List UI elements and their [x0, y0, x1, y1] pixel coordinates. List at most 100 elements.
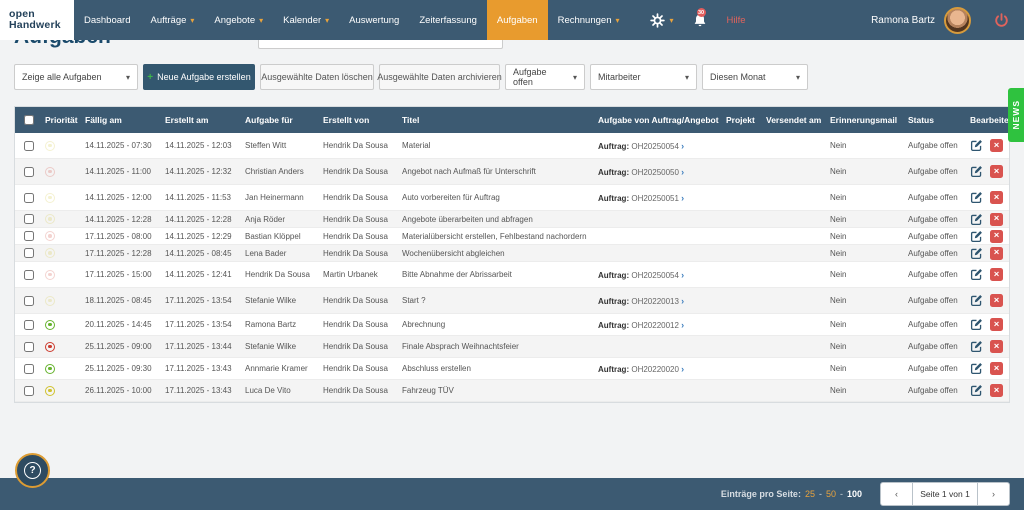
nav-item-auftraege[interactable]: Aufträge▾ [140, 0, 204, 40]
next-page-button[interactable]: › [977, 482, 1010, 506]
delete-icon[interactable]: × [990, 191, 1003, 204]
order-link[interactable]: Auftrag: OH20250054 › [598, 271, 684, 280]
help-link[interactable]: Hilfe [717, 15, 756, 26]
status-filter-select[interactable]: Aufgabe offen▾ [505, 64, 585, 90]
edit-icon[interactable] [970, 294, 983, 307]
view-filter-select[interactable]: Zeige alle Aufgaben▾ [14, 64, 138, 90]
creator: Hendrik Da Sousa [323, 364, 402, 373]
assignee: Lena Bader [245, 249, 323, 258]
employee-filter-select[interactable]: Mitarbeiter▾ [590, 64, 697, 90]
edit-icon[interactable] [970, 384, 983, 397]
status-cell: Aufgabe offen [908, 296, 970, 305]
row-checkbox[interactable] [24, 231, 34, 241]
delete-icon[interactable]: × [990, 318, 1003, 331]
order-link[interactable]: Auftrag: OH20250051 › [598, 194, 684, 203]
created-date: 14.11.2025 - 12:32 [165, 167, 245, 176]
row-checkbox[interactable] [24, 296, 34, 306]
logout-button[interactable] [977, 0, 1024, 40]
news-side-tab[interactable]: NEWS [1008, 88, 1024, 142]
delete-icon[interactable]: × [990, 247, 1003, 260]
per-page-100[interactable]: 100 [847, 489, 862, 499]
edit-icon[interactable] [970, 340, 983, 353]
edit-icon[interactable] [970, 318, 983, 331]
row-checkbox[interactable] [24, 270, 34, 280]
edit-icon[interactable] [970, 230, 983, 243]
row-checkbox-cell [15, 296, 45, 306]
priority-target-icon [45, 296, 55, 306]
nav-item-aufgaben[interactable]: Aufgaben [487, 0, 548, 40]
table-row: 17.11.2025 - 12:28 14.11.2025 - 08:45 Le… [15, 245, 1009, 262]
new-task-button[interactable]: + Neue Aufgabe erstellen [143, 64, 255, 90]
order-link[interactable]: Auftrag: OH20220013 › [598, 297, 684, 306]
delete-icon[interactable]: × [990, 139, 1003, 152]
col-erstellt-von: Erstellt von [323, 115, 402, 125]
priority-target-icon [45, 214, 55, 224]
row-checkbox[interactable] [24, 342, 34, 352]
edit-icon[interactable] [970, 165, 983, 178]
reminder-cell: Nein [830, 270, 908, 279]
edit-icon[interactable] [970, 362, 983, 375]
archive-selected-button[interactable]: Ausgewählte Daten archivieren [379, 64, 500, 90]
order-link[interactable]: Auftrag: OH20250050 › [598, 168, 684, 177]
edit-icon[interactable] [970, 191, 983, 204]
row-checkbox[interactable] [24, 214, 34, 224]
creator: Hendrik Da Sousa [323, 215, 402, 224]
per-page-50[interactable]: 50 [826, 489, 836, 499]
edit-icon[interactable] [970, 247, 983, 260]
reminder-cell: Nein [830, 386, 908, 395]
edit-icon[interactable] [970, 213, 983, 226]
row-checkbox[interactable] [24, 248, 34, 258]
nav-item-auswertung[interactable]: Auswertung [339, 0, 409, 40]
delete-icon[interactable]: × [990, 268, 1003, 281]
delete-icon[interactable]: × [990, 340, 1003, 353]
per-page-25[interactable]: 25 [805, 489, 815, 499]
delete-icon[interactable]: × [990, 362, 1003, 375]
chevron-down-icon: ▾ [796, 73, 800, 82]
notifications-bell[interactable]: 30 [683, 0, 717, 40]
delete-icon[interactable]: × [990, 213, 1003, 226]
actions-cell: × [970, 165, 1009, 178]
nav-item-zeiterfassung[interactable]: Zeiterfassung [409, 0, 487, 40]
task-title: Abschluss erstellen [402, 364, 598, 373]
row-checkbox[interactable] [24, 193, 34, 203]
settings-gear-icon[interactable]: ▾ [640, 0, 683, 40]
period-filter-select[interactable]: Diesen Monat▾ [702, 64, 808, 90]
edit-icon[interactable] [970, 268, 983, 281]
delete-icon[interactable]: × [990, 384, 1003, 397]
nav-item-kalender[interactable]: Kalender▾ [273, 0, 339, 40]
row-checkbox[interactable] [24, 320, 34, 330]
nav-item-rechnungen[interactable]: Rechnungen▾ [548, 0, 630, 40]
app-logo[interactable]: open Handwerk [0, 0, 74, 40]
row-checkbox[interactable] [24, 167, 34, 177]
delete-icon[interactable]: × [990, 165, 1003, 178]
table-row: 14.11.2025 - 12:00 14.11.2025 - 11:53 Ja… [15, 185, 1009, 211]
nav-item-angebote[interactable]: Angebote▾ [204, 0, 273, 40]
order-link[interactable]: Auftrag: OH20250054 › [598, 142, 684, 151]
reminder-cell: Nein [830, 342, 908, 351]
priority-cell [45, 231, 85, 241]
row-checkbox[interactable] [24, 386, 34, 396]
task-title: Finale Absprach Weihnachtsfeier [402, 342, 598, 351]
col-faellig-am: Fällig am [85, 115, 165, 125]
select-all-checkbox[interactable] [24, 115, 34, 125]
table-body: 14.11.2025 - 07:30 14.11.2025 - 12:03 St… [15, 133, 1009, 402]
actions-cell: × [970, 139, 1009, 152]
status-cell: Aufgabe offen [908, 193, 970, 202]
status-cell: Aufgabe offen [908, 232, 970, 241]
avatar[interactable] [944, 7, 971, 34]
task-title: Material [402, 141, 598, 150]
order-link[interactable]: Auftrag: OH20220012 › [598, 321, 684, 330]
delete-icon[interactable]: × [990, 294, 1003, 307]
assignee: Stefanie Wilke [245, 296, 323, 305]
edit-icon[interactable] [970, 139, 983, 152]
prev-page-button[interactable]: ‹ [880, 482, 913, 506]
delete-icon[interactable]: × [990, 230, 1003, 243]
row-checkbox-cell [15, 342, 45, 352]
row-checkbox[interactable] [24, 141, 34, 151]
help-floating-button[interactable]: ? [15, 453, 50, 488]
order-link[interactable]: Auftrag: OH20220020 › [598, 365, 684, 374]
row-checkbox[interactable] [24, 364, 34, 374]
delete-selected-button[interactable]: Ausgewählte Daten löschen [260, 64, 374, 90]
nav-item-dashboard[interactable]: Dashboard [74, 0, 140, 40]
col-auftrag-angebot: Aufgabe von Auftrag/Angebot [598, 115, 726, 125]
